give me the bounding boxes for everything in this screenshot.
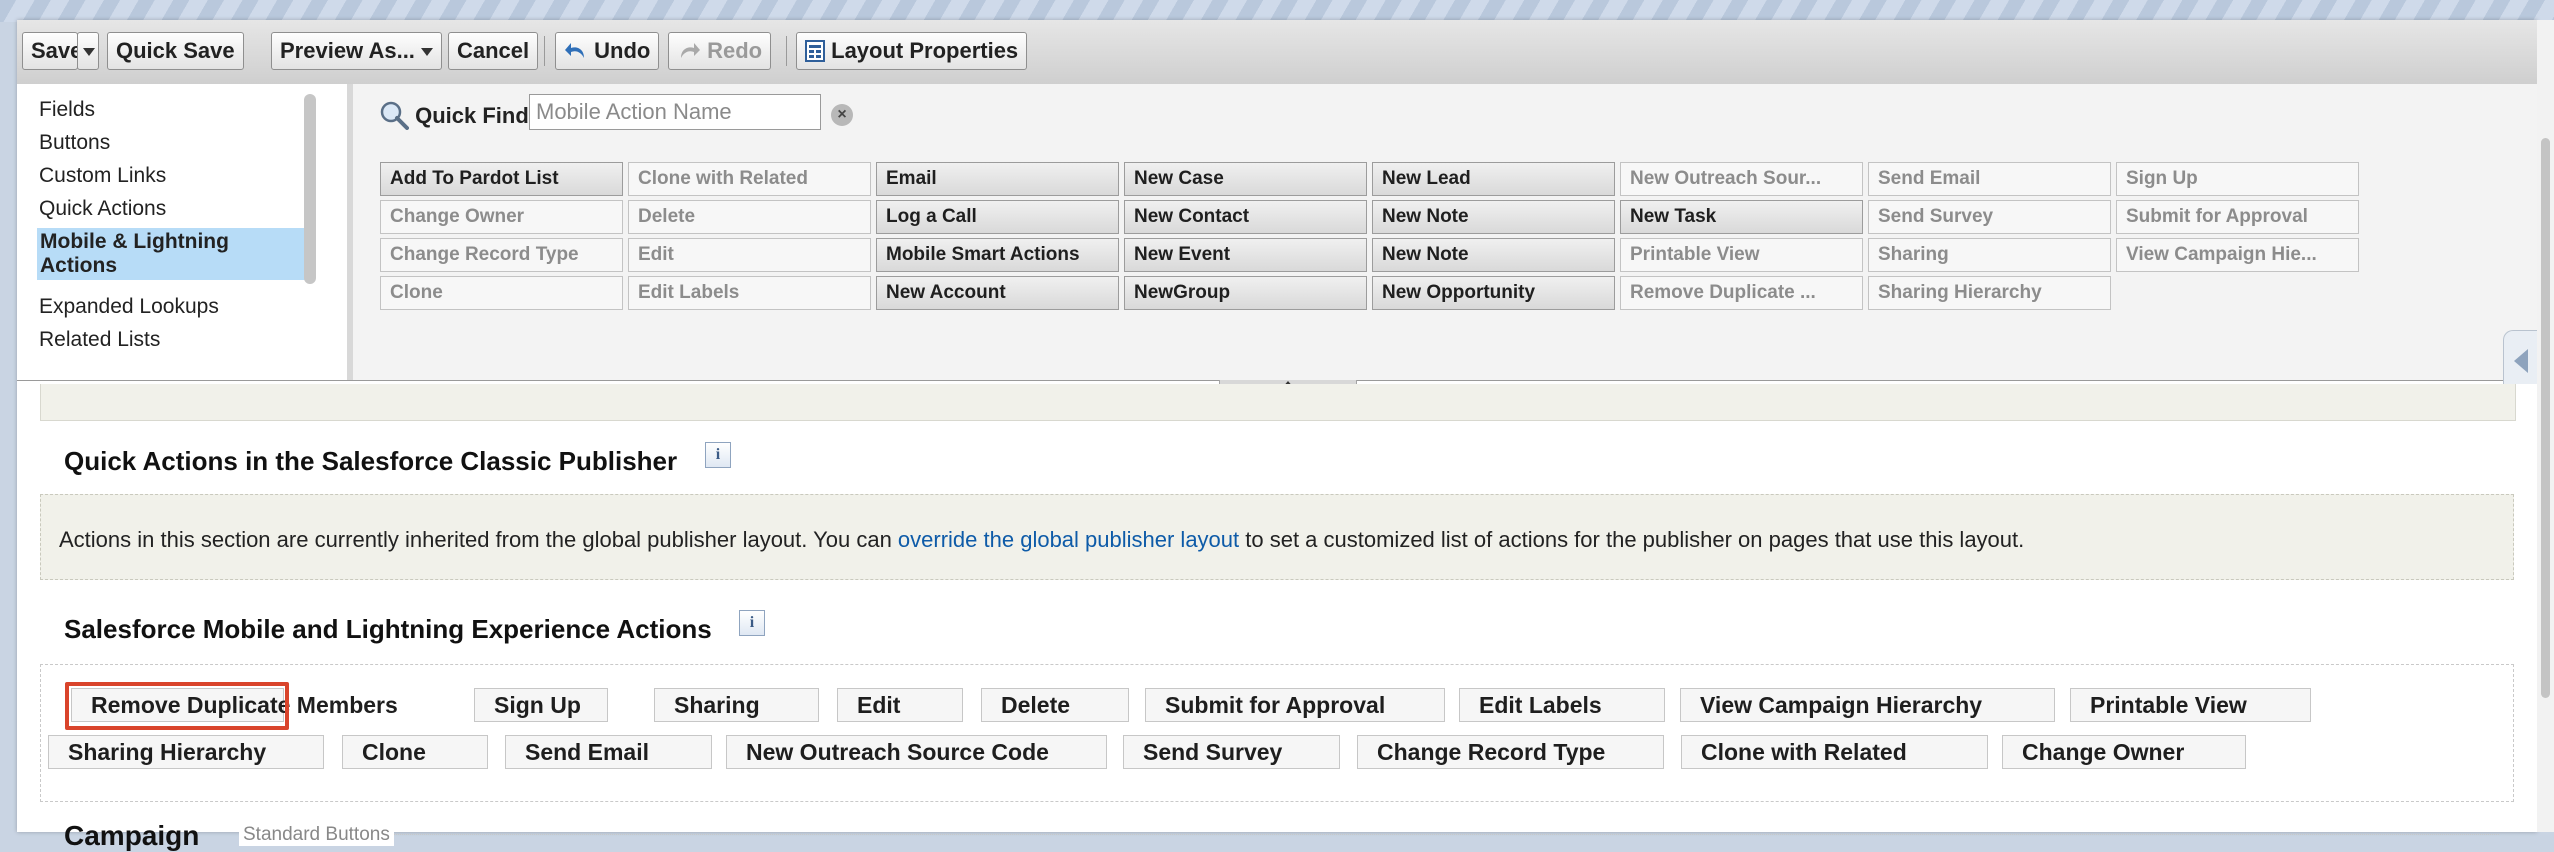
palette-category-scrollbar[interactable] [304,94,316,284]
classic-publisher-title: Quick Actions in the Salesforce Classic … [64,446,678,476]
clear-icon[interactable]: × [831,104,853,126]
mobile-action-item[interactable]: View Campaign Hierarchy [1680,688,2055,722]
mobile-action-item[interactable]: Submit for Approval [1145,688,1445,722]
quick-find-label: Quick Find [415,103,529,128]
palette-item[interactable]: New Contact [1124,200,1367,234]
mobile-action-item[interactable]: Send Survey [1123,735,1340,769]
layout-properties-button[interactable]: Layout Properties [796,32,1028,70]
palette-item[interactable]: Email [876,162,1119,196]
palette-item[interactable]: Edit [628,238,871,272]
standard-buttons-label: Standard Buttons [239,824,394,846]
mobile-action-item[interactable]: Sharing [654,688,819,722]
highlight-box [65,682,289,730]
undo-icon [565,43,584,58]
chevron-down-icon [421,48,434,57]
palette-category-fields[interactable]: Fields [39,98,95,122]
mobile-actions-dropzone[interactable] [40,664,2514,802]
scrollbar-thumb[interactable] [2541,138,2550,698]
palette-item[interactable]: Submit for Approval [2116,200,2359,234]
classic-publisher-message-box: Actions in this section are currently in… [40,494,2514,580]
palette-item[interactable]: Remove Duplicate ... [1620,276,1863,310]
search-icon [380,101,409,130]
mobile-action-item[interactable]: Printable View [2070,688,2311,722]
save-dropdown-button[interactable] [77,32,99,70]
info-icon[interactable]: i [705,442,731,468]
palette-item[interactable]: Log a Call [876,200,1119,234]
info-icon[interactable]: i [739,610,765,636]
mobile-action-item[interactable]: Clone with Related [1681,735,1988,769]
mobile-actions-title: Salesforce Mobile and Lightning Experien… [64,614,712,644]
cancel-button[interactable]: Cancel [448,32,539,70]
palette-item[interactable]: Change Owner [380,200,623,234]
undo-button[interactable]: Undo [555,32,660,70]
campaign-section-title: Campaign [64,820,200,851]
layout-editor: Save Quick Save Preview As... Cancel Und… [17,20,2554,851]
page-scrollbar[interactable] [2537,20,2554,832]
mobile-action-item[interactable]: Delete [981,688,1129,722]
toolbar-divider [786,36,787,66]
layout-properties-icon [805,40,825,62]
palette-item[interactable]: Sharing [1868,238,2111,272]
palette-item[interactable]: Edit Labels [628,276,871,310]
mobile-action-item[interactable]: Edit [837,688,963,722]
palette-item[interactable]: View Campaign Hie... [2116,238,2359,272]
palette-category-quick-actions[interactable]: Quick Actions [39,197,166,221]
toolbar-divider [544,36,545,66]
palette-category-buttons[interactable]: Buttons [39,131,110,155]
preview-as-button[interactable]: Preview As... [271,32,443,70]
palette-item[interactable]: New Note [1372,238,1615,272]
override-global-publisher-layout-link[interactable]: override the global publisher layout [898,527,1239,552]
mobile-action-item[interactable]: Edit Labels [1459,688,1665,722]
classic-publisher-message: Actions in this section are currently in… [59,527,2025,552]
mobile-action-item[interactable]: Clone [342,735,488,769]
page-background [0,0,2554,22]
palette-item[interactable]: Change Record Type [380,238,623,272]
section-divider [239,834,2499,835]
mobile-action-item[interactable]: New Outreach Source Code [726,735,1107,769]
palette-item[interactable]: New Event [1124,238,1367,272]
mobile-action-item[interactable]: Sign Up [474,688,608,722]
mobile-action-item[interactable]: Change Owner [2002,735,2246,769]
chevron-left-icon [2514,349,2528,373]
palette-item[interactable]: Clone [380,276,623,310]
mobile-action-item[interactable]: Change Record Type [1357,735,1664,769]
palette-item[interactable]: New Opportunity [1372,276,1615,310]
palette-item[interactable]: New Outreach Sour... [1620,162,1863,196]
redo-icon [681,43,700,58]
redo-button[interactable]: Redo [668,32,772,70]
palette-item[interactable]: New Account [876,276,1119,310]
palette-item[interactable]: New Case [1124,162,1367,196]
palette-category-custom-links[interactable]: Custom Links [39,164,166,188]
save-button[interactable]: Save [22,32,82,70]
quick-find-input[interactable] [529,94,821,130]
chevron-down-icon [83,48,95,57]
palette-item[interactable]: New Task [1620,200,1863,234]
palette-item[interactable]: Sign Up [2116,162,2359,196]
palette-category-list: Fields Buttons Custom Links Quick Action… [17,84,353,380]
mobile-action-item[interactable]: Send Email [505,735,712,769]
palette-item[interactable]: Sharing Hierarchy [1868,276,2111,310]
palette-item[interactable]: Add To Pardot List [380,162,623,196]
palette-category-expanded-lookups[interactable]: Expanded Lookups [39,295,219,319]
palette-category-mobile-lightning-actions[interactable]: Mobile & Lightning Actions [37,228,313,280]
toolbar: Save Quick Save Preview As... Cancel Und… [17,20,2537,85]
mobile-action-item[interactable]: Sharing Hierarchy [48,735,324,769]
palette-category-related-lists[interactable]: Related Lists [39,328,160,352]
palette-item[interactable]: Mobile Smart Actions [876,238,1119,272]
palette-item[interactable]: New Lead [1372,162,1615,196]
quick-save-button[interactable]: Quick Save [107,32,244,70]
layout-canvas: Quick Actions in the Salesforce Classic … [17,384,2537,851]
palette-item[interactable]: NewGroup [1124,276,1367,310]
section-band [40,384,2516,421]
palette-item[interactable]: Printable View [1620,238,1863,272]
palette: Fields Buttons Custom Links Quick Action… [17,84,2538,394]
palette-item[interactable]: Send Survey [1868,200,2111,234]
palette-item[interactable]: Send Email [1868,162,2111,196]
palette-item[interactable]: Delete [628,200,871,234]
palette-item[interactable]: Clone with Related [628,162,871,196]
palette-item[interactable]: New Note [1372,200,1615,234]
